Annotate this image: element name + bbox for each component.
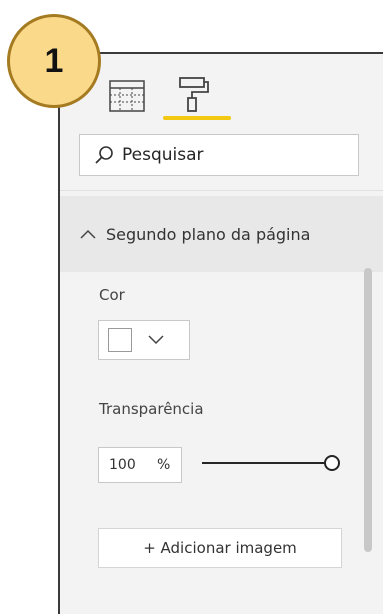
transparency-input[interactable] [109,457,157,473]
transparency-unit: % [157,457,171,473]
add-image-button[interactable]: + Adicionar imagem [98,528,342,568]
step-number-badge: 1 [7,14,101,108]
transparency-label: Transparência [99,400,204,418]
color-picker[interactable] [98,320,190,360]
color-label: Cor [99,286,125,304]
transparency-slider-track[interactable] [202,462,332,464]
fields-table-icon [109,80,145,112]
color-swatch [108,328,132,352]
search-input[interactable] [122,145,322,165]
search-box[interactable] [79,134,359,176]
chevron-up-icon [80,229,96,239]
active-tab-indicator [163,116,231,120]
transparency-field[interactable]: % [98,447,182,483]
chevron-down-icon [148,335,164,345]
fields-tab[interactable] [108,79,152,119]
section-title: Segundo plano da página [106,224,311,244]
scrollbar[interactable] [364,268,372,552]
section-header-page-background[interactable]: Segundo plano da página [60,196,383,272]
paint-roller-icon [179,77,209,112]
transparency-slider-thumb[interactable] [324,455,340,471]
search-icon [94,145,114,165]
divider [60,190,383,191]
format-tab[interactable] [174,75,214,117]
